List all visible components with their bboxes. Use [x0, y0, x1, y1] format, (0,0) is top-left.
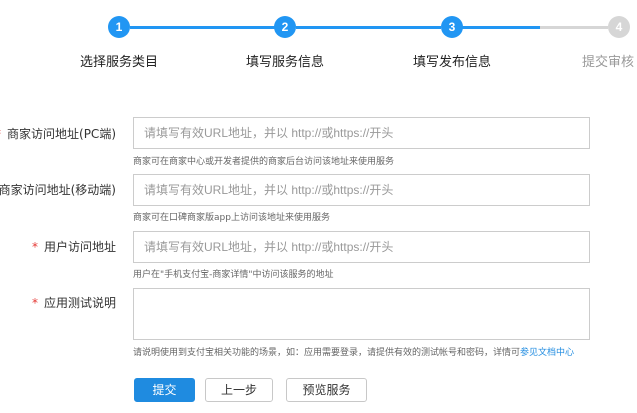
mobile-url-input[interactable]: 请填写有效URL地址，并以 http://或https://开头: [133, 174, 590, 206]
step-connector-3-4-pending: [540, 26, 608, 29]
pc-url-label-text: 商家访问地址(PC端): [7, 127, 116, 141]
mobile-url-label: *商家访问地址(移动端): [0, 181, 116, 198]
mobile-url-label-text: 商家访问地址(移动端): [0, 183, 116, 197]
step-1-circle: 1: [108, 16, 130, 38]
step-connector-1-2: [130, 26, 275, 29]
step-2-circle: 2: [274, 16, 296, 38]
user-url-label: * 用户访问地址: [32, 238, 116, 255]
mobile-url-help: 商家可在口碑商家版app上访问该地址来使用服务: [133, 213, 330, 223]
step-1-label: 选择服务类目: [79, 55, 159, 70]
step-connector-3-4-done: [462, 26, 540, 29]
pc-url-help: 商家可在商家中心或开发者提供的商家后台访问该地址来使用服务: [133, 157, 395, 167]
test-desc-label: * 应用测试说明: [32, 294, 116, 311]
doc-center-link[interactable]: 参见文档中心: [520, 348, 574, 358]
progress-stepper: 1 2 3 4 选择服务类目 填写服务信息 填写发布信息 提交审核: [0, 0, 637, 80]
user-url-input[interactable]: 请填写有效URL地址，并以 http://或https://开头: [133, 231, 590, 263]
preview-service-button[interactable]: 预览服务: [286, 378, 367, 402]
step-connector-2-3: [296, 26, 441, 29]
required-mark: *: [0, 127, 1, 141]
step-4-label: 提交审核: [582, 55, 635, 70]
test-desc-textarea[interactable]: [133, 288, 590, 340]
required-mark: *: [31, 240, 38, 254]
pc-url-label: * 商家访问地址(PC端): [0, 125, 116, 142]
test-desc-help: 请说明使用到支付宝相关功能的场景，如：应用需要登录，请提供有效的测试帐号和密码，…: [133, 345, 574, 358]
submit-button[interactable]: 提交: [134, 378, 195, 402]
test-desc-label-text: 应用测试说明: [43, 296, 116, 310]
prev-step-button[interactable]: 上一步: [205, 378, 273, 402]
pc-url-input[interactable]: 请填写有效URL地址，并以 http://或https://开头: [133, 117, 590, 149]
step-4-circle: 4: [608, 16, 630, 38]
test-desc-help-text: 请说明使用到支付宝相关功能的场景，如：应用需要登录，请提供有效的测试帐号和密码，…: [133, 348, 521, 358]
required-mark: *: [31, 296, 38, 310]
step-3-label: 填写发布信息: [412, 55, 492, 70]
user-url-help: 用户在"手机支付宝-商家详情"中访问该服务的地址: [133, 270, 334, 280]
user-url-label-text: 用户访问地址: [43, 240, 116, 254]
step-2-label: 填写服务信息: [245, 55, 325, 70]
step-3-circle: 3: [441, 16, 463, 38]
